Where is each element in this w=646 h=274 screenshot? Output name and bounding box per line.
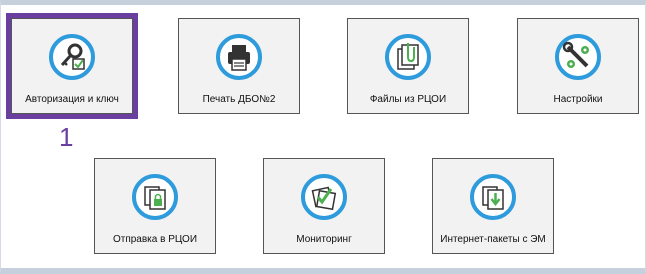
monitoring-tile[interactable]: Мониторинг [263, 158, 385, 254]
send-to-rcoi-tile[interactable]: Отправка в РЦОИ [94, 158, 216, 254]
print-dbo-tile[interactable]: Печать ДБО№2 [178, 18, 300, 114]
tile-label: Отправка в РЦОИ [112, 234, 198, 245]
tile-label: Настройки [553, 94, 603, 105]
download-package-icon [469, 173, 517, 221]
key-check-icon [48, 33, 96, 81]
annotation-number: 1 [59, 122, 74, 152]
tile-label: Файлы из РЦОИ [369, 94, 447, 105]
tile-label: Печать ДБО№2 [202, 94, 276, 105]
wrench-gear-icon [554, 33, 602, 81]
send-files-lock-icon [131, 173, 179, 221]
files-from-rcoi-tile[interactable]: Файлы из РЦОИ [347, 18, 469, 114]
tile-label: Мониторинг [296, 234, 352, 245]
tile-label: Авторизация и ключ [25, 94, 119, 105]
settings-tile[interactable]: Настройки [517, 18, 639, 114]
app-window: Авторизация и ключ Печать ДБО№2 Файлы из [0, 0, 646, 274]
monitoring-check-icon [300, 173, 348, 221]
internet-packages-tile[interactable]: Интернет-пакеты с ЭМ [432, 158, 554, 254]
authorization-key-tile[interactable]: Авторизация и ключ [6, 13, 138, 119]
printer-icon [215, 33, 263, 81]
attachment-files-icon [384, 33, 432, 81]
tile-label: Интернет-пакеты с ЭМ [440, 234, 546, 245]
